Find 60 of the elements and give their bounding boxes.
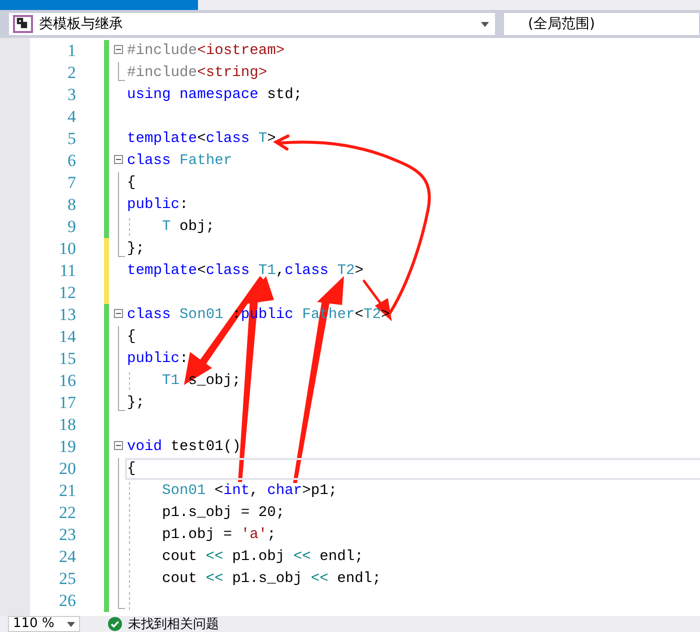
collapse-toggle[interactable] <box>114 45 123 54</box>
code-line: { <box>127 328 136 346</box>
code-line: public: <box>127 350 188 368</box>
code-line: template<class T1,class T2> <box>127 262 364 280</box>
line-number: 2 <box>66 62 76 84</box>
code-line: #include<iostream> <box>127 42 285 60</box>
line-number: 1 <box>66 40 76 62</box>
code-line: cout << p1.obj << endl; <box>162 548 364 566</box>
line-number: 23 <box>58 524 76 546</box>
code-line: p1.obj = 'a'; <box>162 526 276 544</box>
code-line: T1 s_obj; <box>162 372 241 390</box>
code-line: #include<string> <box>127 64 268 82</box>
line-number: 25 <box>58 568 76 590</box>
line-number: 12 <box>58 282 76 304</box>
issues-status[interactable]: 未找到相关问题 <box>128 615 219 632</box>
file-scope-dropdown[interactable]: 类模板与继承 <box>8 12 496 36</box>
code-line: T obj; <box>162 218 215 236</box>
line-number: 15 <box>58 348 76 370</box>
code-line: { <box>127 460 136 478</box>
line-number: 4 <box>66 106 76 128</box>
code-line: using namespace std; <box>127 86 302 104</box>
collapse-toggle[interactable] <box>114 309 123 318</box>
collapse-toggle[interactable] <box>114 155 123 164</box>
line-number: 10 <box>58 238 76 260</box>
code-line: p1.s_obj = 20; <box>162 504 285 522</box>
line-number: 19 <box>58 436 76 458</box>
caret-icon <box>481 22 489 26</box>
check-icon <box>108 617 122 631</box>
code-line: { <box>127 174 136 192</box>
line-number: 3 <box>66 84 76 106</box>
line-number: 8 <box>66 194 76 216</box>
line-number: 11 <box>58 260 76 282</box>
code-line: }; <box>127 394 145 412</box>
line-number: 21 <box>58 480 76 502</box>
line-number: 13 <box>58 304 76 326</box>
line-number: 6 <box>66 150 76 172</box>
code-line: public: <box>127 196 188 214</box>
line-number: 24 <box>58 546 76 568</box>
line-number: 16 <box>58 370 76 392</box>
code-line: Son01 <int, char>p1; <box>162 482 338 500</box>
code-line: }; <box>127 240 145 258</box>
code-line: void test01() <box>127 438 241 456</box>
collapse-toggle[interactable] <box>114 441 123 450</box>
line-number: 26 <box>58 590 76 612</box>
arrow <box>362 280 392 322</box>
member-scope-dropdown[interactable]: (全局范围) <box>503 12 700 36</box>
class-icon <box>13 15 33 33</box>
line-number: 18 <box>58 414 76 436</box>
line-number: 22 <box>58 502 76 524</box>
line-number: 5 <box>66 128 76 150</box>
line-number: 14 <box>58 326 76 348</box>
code-line: cout << p1.s_obj << endl; <box>162 570 381 588</box>
line-number: 7 <box>66 172 76 194</box>
code-line: class Father <box>127 152 232 170</box>
line-number: 17 <box>58 392 76 414</box>
zoom-dropdown[interactable]: 110 % <box>8 616 80 632</box>
caret-icon <box>67 622 75 626</box>
line-number: 9 <box>66 216 76 238</box>
line-number: 20 <box>58 458 76 480</box>
code-line: template<class T> <box>127 130 276 148</box>
